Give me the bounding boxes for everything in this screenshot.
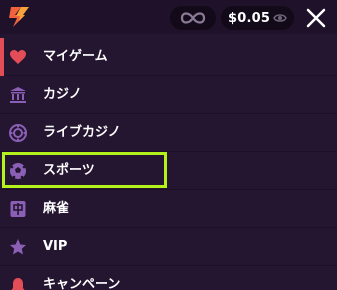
menu-item-label: VIP [43, 239, 68, 254]
active-indicator [0, 38, 4, 76]
chip-icon [9, 124, 27, 142]
infinity-button[interactable] [170, 6, 216, 30]
lightning-logo-icon[interactable] [7, 5, 33, 29]
menu-item-label: スポーツ [43, 163, 95, 178]
close-icon[interactable] [304, 6, 328, 30]
menu-item-label: カジノ [43, 87, 82, 102]
soccer-ball-icon [10, 163, 26, 179]
menu-item-my-games[interactable]: マイゲーム [0, 38, 337, 76]
menu-item-label: ライブカジノ [43, 125, 121, 140]
balance-amount: $0.05 [228, 10, 271, 26]
menu-item-sports[interactable]: スポーツ [0, 152, 337, 190]
menu-item-label: マイゲーム [43, 49, 108, 64]
menu-item-vip[interactable]: VIP [0, 228, 337, 266]
menu-item-label: 麻雀 [43, 201, 70, 216]
menu-item-casino[interactable]: カジノ [0, 76, 337, 114]
menu-item-mahjong[interactable]: 麻雀 [0, 190, 337, 228]
menu-item-live-casino[interactable]: ライブカジノ [0, 114, 337, 152]
side-menu: マイゲーム カジノ ライブカジノ スポーツ 麻雀 VIP キャンペーン [0, 38, 337, 290]
infinity-icon [180, 12, 206, 24]
menu-item-campaign[interactable]: キャンペーン [0, 266, 337, 290]
balance-display[interactable]: $0.05 [221, 6, 294, 30]
heart-icon [10, 50, 26, 64]
star-icon [10, 239, 26, 255]
bank-icon [10, 87, 26, 103]
top-bar: $0.05 [0, 0, 337, 34]
mahjong-tile-icon [10, 201, 26, 217]
menu-item-label: キャンペーン [43, 277, 121, 290]
eye-icon[interactable] [273, 12, 287, 24]
bell-icon [11, 278, 25, 290]
